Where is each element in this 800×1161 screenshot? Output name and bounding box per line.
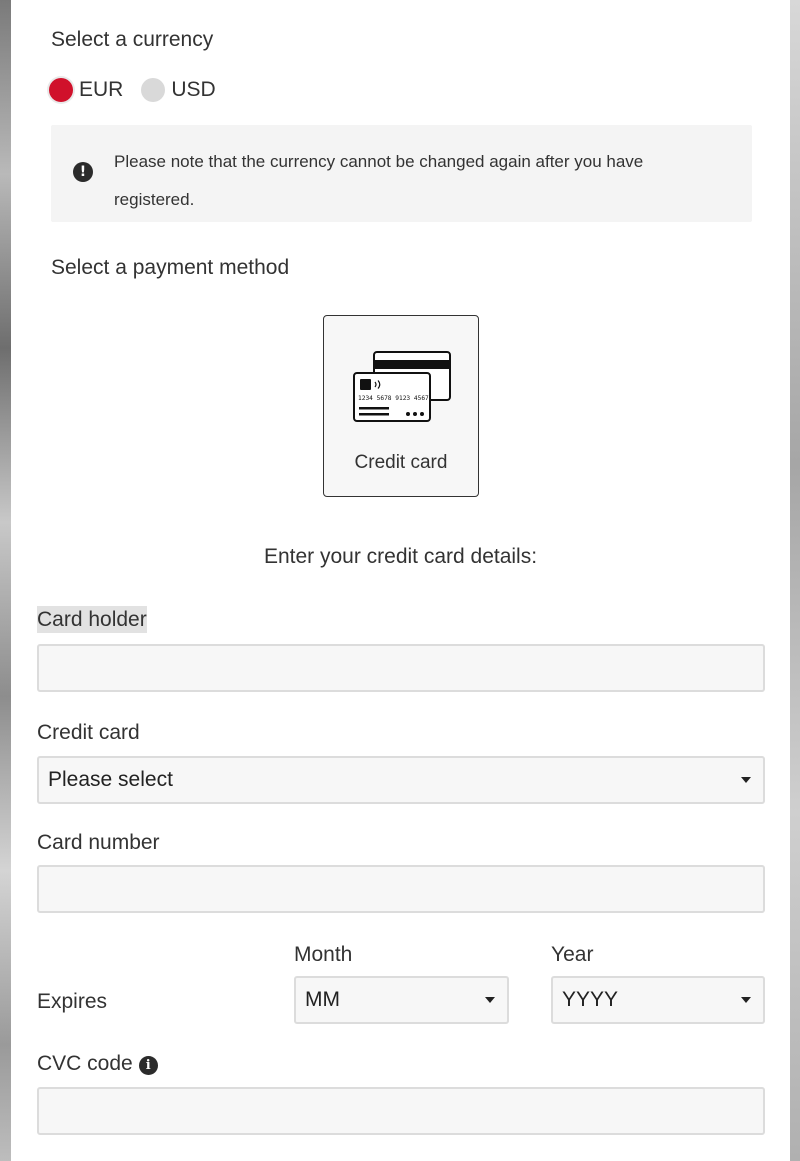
credit-card-select[interactable]: Please select: [37, 756, 765, 804]
chevron-down-icon: [485, 997, 495, 1003]
payment-method-label: Credit card: [354, 452, 448, 473]
credit-card-icon: 1234 5678 9123 4567: [353, 351, 451, 422]
exclamation-icon: !: [73, 162, 93, 182]
expires-label: Expires: [37, 990, 108, 1013]
currency-radio-group: EUR USD: [49, 78, 216, 102]
expiry-year-value: YYYY: [562, 988, 619, 1011]
currency-notice-text: Please note that the currency cannot be …: [114, 152, 644, 209]
currency-label-eur[interactable]: EUR: [79, 78, 123, 102]
currency-radio-usd[interactable]: [141, 78, 166, 102]
registration-panel: Select a currency EUR USD ! Please note …: [11, 0, 790, 1161]
expiry-month-label: Month: [294, 943, 353, 966]
credit-card-details-intro: Enter your credit card details:: [263, 545, 538, 568]
card-holder-label-text: Card holder: [37, 606, 147, 633]
currency-label-usd[interactable]: USD: [171, 78, 215, 102]
card-number-input[interactable]: [37, 865, 765, 913]
right-backdrop: [790, 0, 800, 1161]
card-number-label: Card number: [37, 831, 160, 854]
cvc-label-text: CVC code: [37, 1052, 133, 1075]
cvc-label: CVC code i: [37, 1052, 158, 1076]
payment-method-title: Select a payment method: [51, 256, 290, 279]
chevron-down-icon: [741, 777, 751, 783]
chevron-down-icon: [741, 997, 751, 1003]
expiry-month-value: MM: [305, 988, 340, 1011]
currency-notice: ! Please note that the currency cannot b…: [51, 125, 752, 222]
expiry-month-select[interactable]: MM: [294, 976, 509, 1024]
card-holder-input[interactable]: [37, 644, 765, 692]
card-holder-label: Card holder: [37, 606, 147, 633]
cvc-input[interactable]: [37, 1087, 765, 1135]
credit-card-icon-number: 1234 5678 9123 4567: [358, 395, 429, 402]
credit-card-select-value: Please select: [48, 768, 173, 791]
payment-method-credit-card[interactable]: 1234 5678 9123 4567 Credit card: [323, 315, 479, 497]
credit-card-label: Credit card: [37, 721, 140, 744]
expiry-year-label: Year: [551, 943, 594, 966]
left-backdrop: [0, 0, 11, 1161]
currency-title: Select a currency: [51, 28, 214, 51]
info-icon[interactable]: i: [138, 1056, 158, 1075]
expiry-year-select[interactable]: YYYY: [551, 976, 765, 1024]
currency-radio-eur[interactable]: [49, 78, 73, 102]
